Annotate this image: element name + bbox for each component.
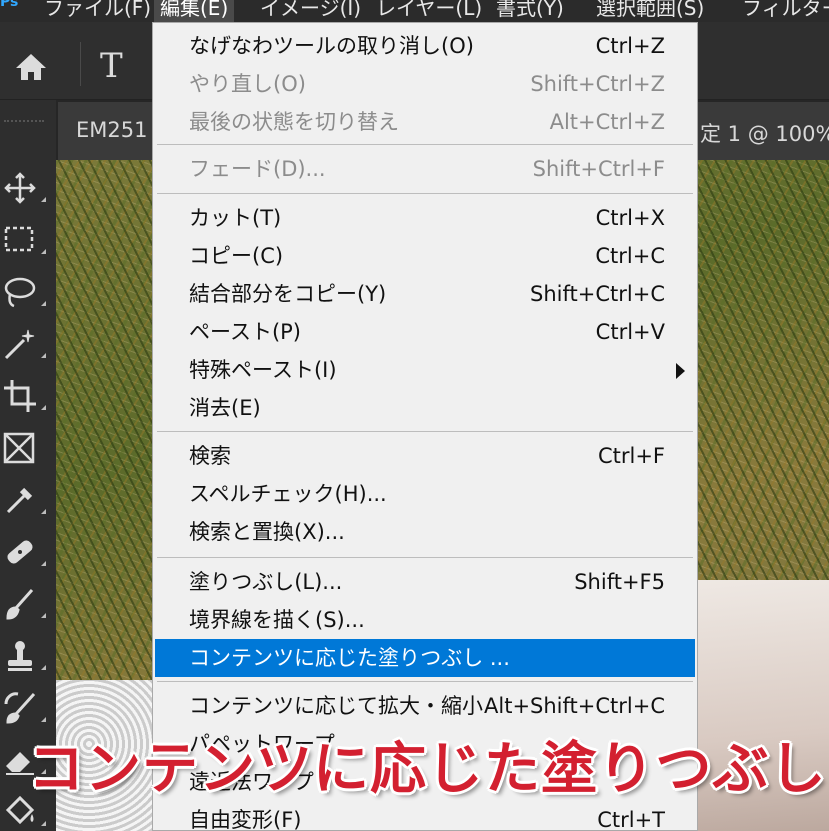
menu-item-copy-merged[interactable]: 結合部分をコピー(Y) Shift+Ctrl+C [153,275,697,313]
document-tab-title: EM251 [76,118,148,142]
caption-overlay: コンテンツに応じた塗りつぶし [28,737,827,802]
menu-item-paste[interactable]: ペースト(P) Ctrl+V [153,313,697,351]
document-tab-zoom: 定 1 @ 100% [700,122,829,146]
lasso-icon[interactable] [0,270,52,310]
menu-item-find-replace[interactable]: 検索と置換(X)... [153,513,697,551]
menu-filter[interactable]: フィルター [742,0,829,22]
menu-item-copy[interactable]: コピー(C) Ctrl+C [153,237,697,275]
menu-item-label: 自由変形(F) [189,808,302,831]
menu-item-label: 結合部分をコピー(Y) [189,282,387,306]
menu-item-label: 検索 [189,444,231,468]
frame-icon[interactable] [0,426,52,466]
menu-item-spell-check[interactable]: スペルチェック(H)... [153,475,697,513]
menu-item-label: コンテンツに応じた塗りつぶし ... [189,646,510,670]
history-brush-icon[interactable] [0,686,52,726]
type-tool-icon[interactable]: T [100,46,123,86]
menu-item-shortcut: Ctrl+X [595,206,665,230]
menu-item-label: 特殊ペースト(I) [189,358,337,382]
menu-item-shortcut: Ctrl+T [597,808,665,831]
menu-separator [157,193,693,194]
eyedropper-icon[interactable] [0,478,52,518]
magic-wand-icon[interactable] [0,322,52,362]
menu-item-label: 消去(E) [189,396,261,420]
menu-item-label: コンテンツに応じて拡大・縮小 [189,694,483,718]
menu-item-label: スペルチェック(H)... [189,482,387,506]
crop-icon[interactable] [0,374,52,414]
menu-item-label: やり直し(O) [189,72,306,96]
menu-item-shortcut: Shift+F5 [574,570,665,594]
menu-item-shortcut: Alt+Ctrl+Z [549,110,665,134]
menu-separator [157,144,693,145]
healing-brush-icon[interactable] [0,530,52,570]
menu-item-label: 検索と置換(X)... [189,520,345,544]
clone-stamp-icon[interactable] [0,634,52,674]
menu-item-redo[interactable]: やり直し(O) Shift+Ctrl+Z [153,65,697,103]
menu-item-paste-special[interactable]: 特殊ペースト(I) [153,351,697,389]
submenu-arrow-icon [676,363,685,379]
menu-select[interactable]: 選択範囲(S) [596,0,704,22]
menu-file[interactable]: ファイル(F) [44,0,151,22]
home-icon[interactable] [14,52,48,86]
marquee-icon[interactable] [0,218,52,258]
menu-item-shortcut: Shift+Ctrl+F [532,157,665,181]
menu-edit[interactable]: 編集(E) [154,0,235,22]
menu-separator [157,557,693,558]
menu-item-content-aware-fill[interactable]: コンテンツに応じた塗りつぶし ... [155,639,695,677]
edit-menu-dropdown: なげなわツールの取り消し(O) Ctrl+Z やり直し(O) Shift+Ctr… [152,22,698,831]
menu-item-cut[interactable]: カット(T) Ctrl+X [153,199,697,237]
toolbar-grip[interactable] [4,120,44,126]
brush-icon[interactable] [0,582,52,622]
menu-item-shortcut: Alt+Shift+Ctrl+C [484,694,665,718]
menu-item-shortcut: Ctrl+C [595,244,665,268]
move-icon[interactable] [0,166,52,206]
options-separator [80,42,81,86]
menu-item-shortcut: Shift+Ctrl+Z [530,72,665,96]
menu-item-label: 塗りつぶし(L)... [189,570,343,594]
menu-item-free-transform[interactable]: 自由変形(F) Ctrl+T [153,801,697,831]
menu-separator [157,431,693,432]
menubar: Ps ファイル(F) 編集(E) イメージ(I) レイヤー(L) 書式(Y) 選… [0,0,829,22]
menu-item-content-aware-scale[interactable]: コンテンツに応じて拡大・縮小 Alt+Shift+Ctrl+C [153,687,697,725]
menu-item-label: コピー(C) [189,244,284,268]
menu-layer[interactable]: レイヤー(L) [376,0,482,22]
menu-item-fill[interactable]: 塗りつぶし(L)... Shift+F5 [153,563,697,601]
menu-item-shortcut: Ctrl+F [597,444,665,468]
photoshop-logo: Ps [0,0,19,10]
menu-item-shortcut: Ctrl+Z [595,34,665,58]
menu-image[interactable]: イメージ(I) [260,0,361,22]
menu-item-label: 境界線を描く(S)... [189,608,365,632]
menu-item-clear[interactable]: 消去(E) [153,389,697,427]
menu-item-shortcut: Ctrl+V [595,320,665,344]
menu-item-stroke[interactable]: 境界線を描く(S)... [153,601,697,639]
menu-item-undo[interactable]: なげなわツールの取り消し(O) Ctrl+Z [153,27,697,65]
menu-item-label: フェード(D)... [189,157,326,181]
toolbar-header [0,100,56,160]
menu-item-toggle-last-state[interactable]: 最後の状態を切り替え Alt+Ctrl+Z [153,103,697,141]
menu-separator [157,681,693,682]
menu-item-label: カット(T) [189,206,282,230]
menu-item-fade[interactable]: フェード(D)... Shift+Ctrl+F [153,150,697,188]
menu-item-shortcut: Shift+Ctrl+C [530,282,665,306]
menu-type[interactable]: 書式(Y) [496,0,564,22]
menu-item-search[interactable]: 検索 Ctrl+F [153,437,697,475]
menu-item-label: なげなわツールの取り消し(O) [189,34,474,58]
menu-item-label: ペースト(P) [189,320,301,344]
menu-item-label: 最後の状態を切り替え [189,110,399,134]
